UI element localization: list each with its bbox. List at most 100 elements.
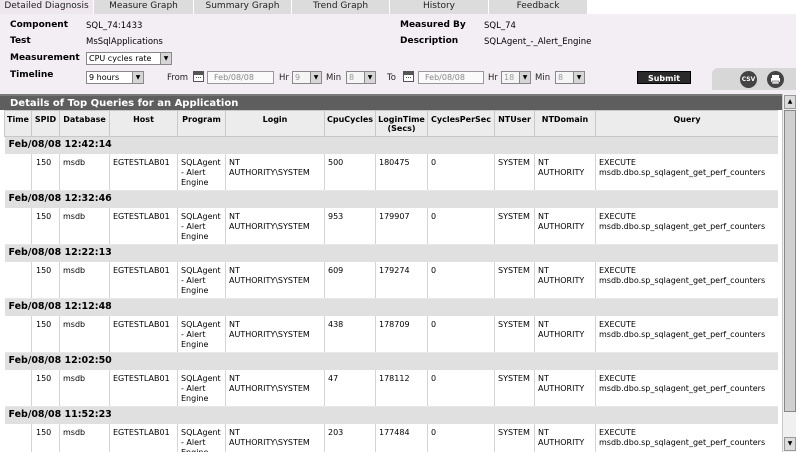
table-title: Details of Top Queries for an Applicatio… (0, 94, 782, 110)
print-icon[interactable] (767, 71, 784, 88)
to-hour-value: 18 (504, 73, 515, 82)
cell-ntuser: SYSTEM (494, 153, 535, 191)
chevron-down-icon: ▼ (364, 72, 375, 83)
cell-cps: 0 (427, 207, 495, 245)
printer-glyph (771, 75, 780, 85)
to-hour-select[interactable]: 18 ▼ (501, 71, 531, 84)
col-login[interactable]: Login (225, 110, 325, 137)
group-row: Feb/08/08 11:52:23 (4, 406, 778, 424)
csv-export-icon[interactable]: CSV (740, 71, 757, 88)
cell-host: EGTESTLAB01 (109, 261, 178, 299)
col-ntuser[interactable]: NTUser (494, 110, 535, 137)
cell-time (4, 153, 32, 191)
queries-table: Time SPID Database Host Program Login Cp… (4, 110, 778, 452)
cell-cps: 0 (427, 261, 495, 299)
table-row[interactable]: 150 msdb EGTESTLAB01 SQLAgent - Alert Engin… (4, 153, 778, 191)
from-minute-select[interactable]: 8 ▼ (346, 71, 376, 84)
scroll-up-icon[interactable]: ▲ (784, 95, 796, 109)
cell-ntuser: SYSTEM (494, 315, 535, 353)
component-value: SQL_74:1433 (86, 21, 143, 31)
tab-history[interactable]: History (390, 0, 489, 14)
tab-summary-graph[interactable]: Summary Graph (194, 0, 292, 14)
group-time: Feb/08/08 12:12:48 (4, 298, 778, 316)
measurement-select[interactable]: CPU cycles rate ▼ (86, 52, 172, 65)
cell-logintime: 178709 (375, 315, 428, 353)
col-spid[interactable]: SPID (31, 110, 60, 137)
component-label: Component (10, 20, 69, 30)
to-minute-select[interactable]: 8 ▼ (555, 71, 585, 84)
calendar-icon[interactable] (193, 71, 204, 82)
table-row[interactable]: 150 msdb EGTESTLAB01 SQLAgent - Alert Engin… (4, 261, 778, 299)
from-minute-value: 8 (349, 73, 355, 82)
cell-host: EGTESTLAB01 (109, 423, 178, 452)
col-query[interactable]: Query (595, 110, 778, 137)
cell-host: EGTESTLAB01 (109, 369, 178, 407)
col-cyclespersec[interactable]: CyclesPerSec (427, 110, 495, 137)
from-date-input[interactable]: Feb/08/08 (207, 71, 274, 84)
cell-ntdomain: NT AUTHORITY (534, 207, 596, 245)
tab-trend-graph[interactable]: Trend Graph (292, 0, 390, 14)
measured-by-value: SQL_74 (484, 21, 516, 31)
cell-logintime: 177484 (375, 423, 428, 452)
cell-ntuser: SYSTEM (494, 423, 535, 452)
tab-feedback[interactable]: Feedback (489, 0, 588, 14)
cell-time (4, 207, 32, 245)
measurement-label: Measurement (10, 53, 80, 63)
col-host[interactable]: Host (109, 110, 178, 137)
table-row[interactable]: 150 msdb EGTESTLAB01 SQLAgent - Alert Engin… (4, 369, 778, 407)
cell-host: EGTESTLAB01 (109, 315, 178, 353)
vertical-scrollbar[interactable]: ▲ ▼ (782, 94, 796, 452)
cell-cpu: 609 (324, 261, 376, 299)
chevron-down-icon: ▼ (519, 72, 530, 83)
description-label: Description (400, 36, 459, 46)
chevron-down-icon: ▼ (132, 72, 143, 83)
table-row[interactable]: 150 msdb EGTESTLAB01 SQLAgent - Alert Engin… (4, 315, 778, 353)
to-label: To (387, 73, 396, 83)
timeline-select[interactable]: 9 hours ▼ (86, 71, 144, 84)
scroll-down-icon[interactable]: ▼ (784, 437, 796, 451)
timeline-select-value: 9 hours (89, 73, 120, 82)
col-logintime[interactable]: LoginTime (Secs) (375, 110, 428, 137)
cell-login: NT AUTHORITY\SYSTEM (225, 315, 325, 353)
col-cpucycles[interactable]: CpuCycles (324, 110, 376, 137)
col-time[interactable]: Time (4, 110, 32, 137)
to-hr-label: Hr (488, 73, 498, 83)
cell-program: SQLAgent - Alert Engine (177, 261, 226, 299)
cell-spid: 150 (31, 207, 60, 245)
cell-cps: 0 (427, 315, 495, 353)
to-date-input[interactable]: Feb/08/08 (418, 71, 484, 84)
cell-database: msdb (59, 207, 110, 245)
cell-ntdomain: NT AUTHORITY (534, 315, 596, 353)
cell-cps: 0 (427, 153, 495, 191)
cell-cpu: 203 (324, 423, 376, 452)
from-hour-value: 9 (295, 73, 301, 82)
group-row: Feb/08/08 12:42:14 (4, 136, 778, 154)
cell-login: NT AUTHORITY\SYSTEM (225, 207, 325, 245)
tab-measure-graph[interactable]: Measure Graph (94, 0, 194, 14)
col-ntdomain[interactable]: NTDomain (534, 110, 596, 137)
col-database[interactable]: Database (59, 110, 110, 137)
scroll-thumb[interactable] (784, 110, 796, 412)
cell-program: SQLAgent - Alert Engine (177, 423, 226, 452)
calendar-icon[interactable] (403, 71, 414, 82)
tab-detailed-diagnosis[interactable]: Detailed Diagnosis (0, 0, 94, 14)
col-program[interactable]: Program (177, 110, 226, 137)
table-header-row: Time SPID Database Host Program Login Cp… (4, 110, 778, 137)
submit-button[interactable]: Submit (637, 71, 691, 84)
cell-cps: 0 (427, 369, 495, 407)
cell-ntdomain: NT AUTHORITY (534, 369, 596, 407)
measurement-select-value: CPU cycles rate (89, 54, 152, 63)
table-body: Feb/08/08 12:42:14 150 msdb EGTESTLAB01 SQLA… (4, 136, 778, 452)
cell-query: EXECUTE msdb.dbo.sp_sqlagent_get_perf_co… (595, 261, 778, 299)
cell-program: SQLAgent - Alert Engine (177, 153, 226, 191)
chevron-down-icon: ▼ (160, 53, 171, 64)
table-row[interactable]: 150 msdb EGTESTLAB01 SQLAgent - Alert Engin… (4, 423, 778, 452)
table-row[interactable]: 150 msdb EGTESTLAB01 SQLAgent - Alert Engin… (4, 207, 778, 245)
cell-logintime: 179907 (375, 207, 428, 245)
cell-cpu: 438 (324, 315, 376, 353)
cell-query: EXECUTE msdb.dbo.sp_sqlagent_get_perf_co… (595, 153, 778, 191)
measured-by-label: Measured By (400, 20, 466, 30)
from-hour-select[interactable]: 9 ▼ (292, 71, 322, 84)
cell-logintime: 180475 (375, 153, 428, 191)
cell-login: NT AUTHORITY\SYSTEM (225, 261, 325, 299)
